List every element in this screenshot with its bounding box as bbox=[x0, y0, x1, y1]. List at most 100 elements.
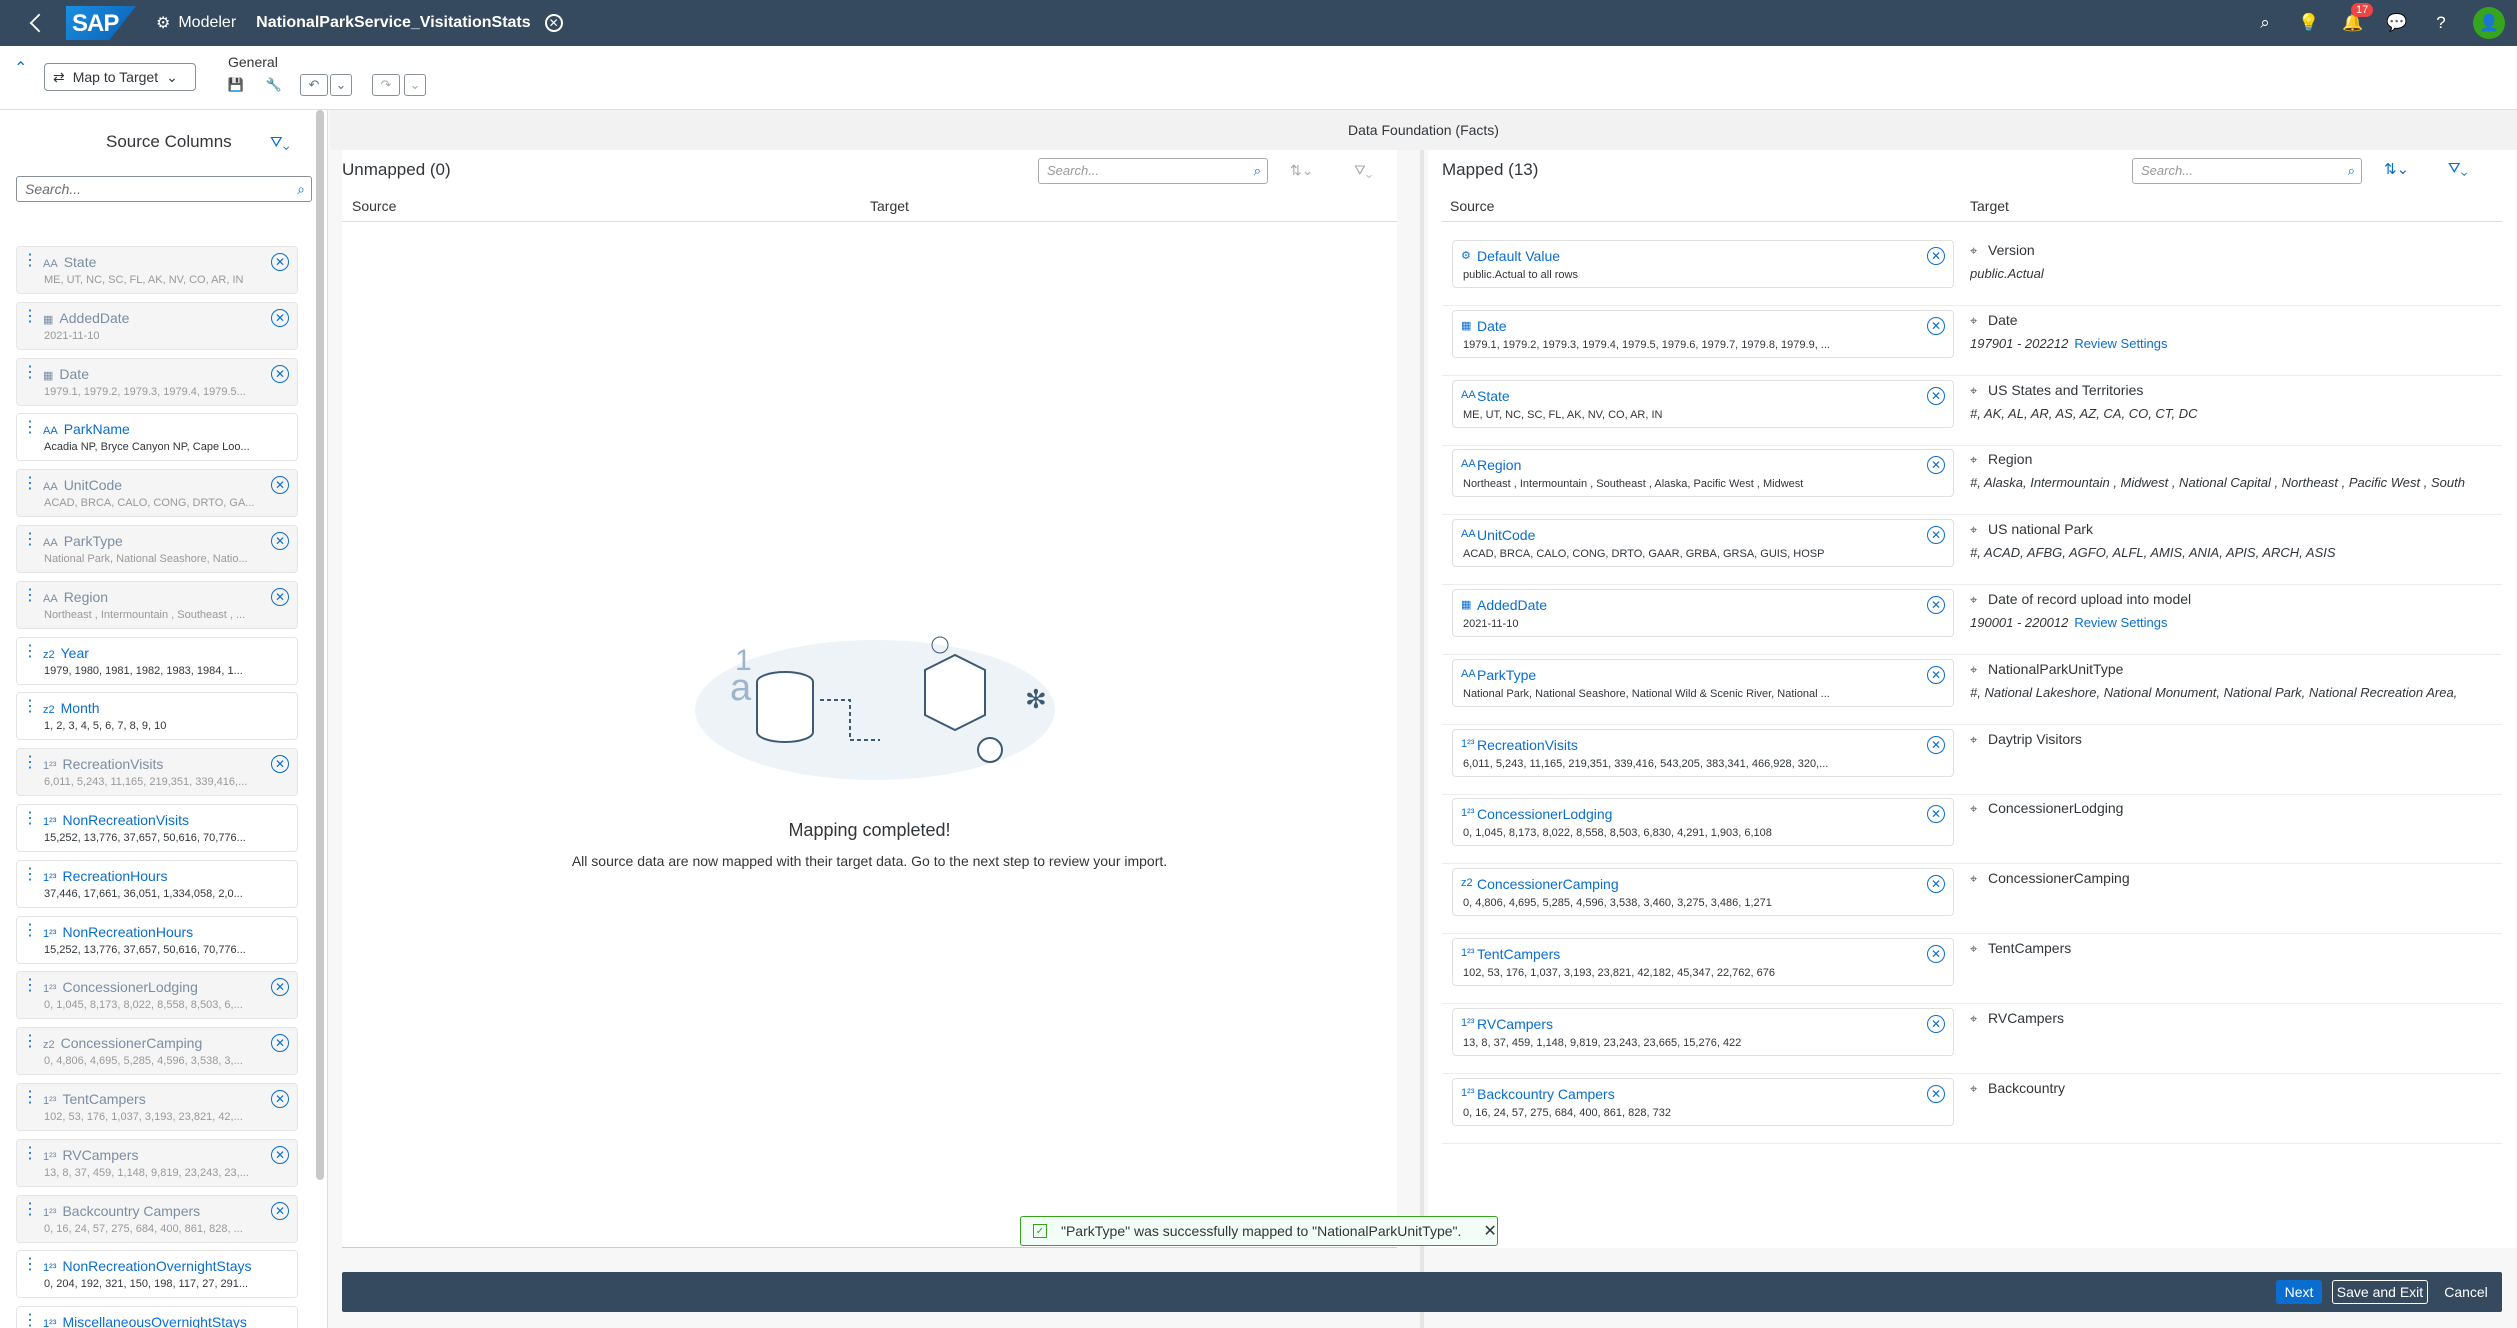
source-column-card[interactable]: ⋮ AA ParkType National Park, National Sea… bbox=[16, 525, 298, 573]
unmap-icon[interactable]: ✕ bbox=[271, 755, 289, 774]
source-column-card[interactable]: ⋮ ▦ Date 1979.1, 1979.2, 1979.3, 1979.4, … bbox=[16, 357, 298, 406]
next-button[interactable]: Next bbox=[2276, 1280, 2322, 1304]
source-column-card[interactable]: ⋮ AA Region Northeast , Intermountain , S… bbox=[16, 580, 298, 629]
avatar[interactable]: 👤 bbox=[2473, 7, 2505, 39]
drag-handle-icon[interactable]: ⋮ bbox=[22, 308, 38, 339]
redo-dropdown-icon[interactable]: ⌄ bbox=[404, 74, 426, 96]
mapped-source-card[interactable]: AA State ME, UT, NC, SC, FL, AK, NV, CO,… bbox=[1452, 379, 1954, 428]
review-settings-link[interactable]: Review Settings bbox=[2074, 615, 2167, 630]
unmap-icon[interactable]: ✕ bbox=[1927, 945, 1945, 963]
unmap-icon[interactable]: ✕ bbox=[1927, 596, 1945, 614]
save-icon[interactable]: 💾 bbox=[226, 74, 246, 96]
mapped-source-card[interactable]: 1²³ Backcountry Campers 0, 16, 24, 57, 2… bbox=[1452, 1077, 1954, 1126]
drag-handle-icon[interactable]: ⋮ bbox=[22, 364, 38, 395]
search-icon[interactable]: ⌕ bbox=[2253, 11, 2277, 35]
unmap-icon[interactable]: ✕ bbox=[1927, 386, 1945, 405]
unmap-icon[interactable]: ✕ bbox=[1927, 1084, 1945, 1103]
unmap-icon[interactable]: ✕ bbox=[271, 1090, 289, 1108]
drag-handle-icon[interactable]: ⋮ bbox=[22, 922, 38, 953]
mapped-source-card[interactable]: 1²³ RVCampers 13, 8, 37, 459, 1,148, 9,8… bbox=[1452, 1007, 1954, 1056]
source-column-card[interactable]: ⋮ z2 Year 1979, 1980, 1981, 1982, 1983, 1… bbox=[16, 636, 298, 685]
search-icon[interactable]: ⌕ bbox=[1254, 163, 1261, 179]
filter-icon[interactable]: ⛛⌄ bbox=[1354, 162, 1372, 179]
cancel-button[interactable]: Cancel bbox=[2436, 1280, 2496, 1304]
app-name[interactable]: ⚙ Modeler bbox=[156, 13, 236, 33]
chat-icon[interactable]: 💬 bbox=[2385, 11, 2409, 35]
drag-handle-icon[interactable]: ⋮ bbox=[22, 755, 38, 785]
source-column-card[interactable]: ⋮ 1²³ ConcessionerLodging 0, 1,045, 8,173… bbox=[16, 971, 298, 1020]
mapped-source-card[interactable]: 1²³ ConcessionerLodging 0, 1,045, 8,173,… bbox=[1452, 798, 1954, 847]
source-column-card[interactable]: ⋮ AA ParkName Acadia NP, Bryce Canyon NP,… bbox=[16, 413, 298, 462]
mapped-source-card[interactable]: ▦ AddedDate 2021-11-10 ✕ bbox=[1452, 589, 1954, 637]
source-search-input[interactable]: Search... ⌕ bbox=[16, 176, 312, 202]
unmap-icon[interactable]: ✕ bbox=[271, 308, 289, 327]
mapped-source-card[interactable]: 1²³ RecreationVisits 6,011, 5,243, 11,16… bbox=[1452, 728, 1954, 777]
unmap-icon[interactable]: ✕ bbox=[1927, 526, 1945, 545]
unmap-icon[interactable]: ✕ bbox=[271, 364, 289, 383]
drag-handle-icon[interactable]: ⋮ bbox=[22, 1034, 38, 1064]
mapped-source-card[interactable]: AA ParkType National Park, National Seas… bbox=[1452, 658, 1954, 707]
drag-handle-icon[interactable]: ⋮ bbox=[22, 699, 38, 729]
notifications-icon[interactable]: 🔔 17 bbox=[2341, 3, 2374, 35]
save-and-exit-button[interactable]: Save and Exit bbox=[2332, 1280, 2428, 1304]
drag-handle-icon[interactable]: ⋮ bbox=[22, 866, 38, 897]
redo-button[interactable]: ↷ bbox=[372, 74, 400, 96]
unmap-icon[interactable]: ✕ bbox=[271, 253, 289, 271]
source-column-card[interactable]: ⋮ 1²³ RecreationHours 37,446, 17,661, 36,… bbox=[16, 859, 298, 908]
mapped-source-card[interactable]: AA Region Northeast , Intermountain , So… bbox=[1452, 449, 1954, 498]
source-column-card[interactable]: ⋮ 1²³ RecreationVisits 6,011, 5,243, 11,1… bbox=[16, 748, 298, 797]
drag-handle-icon[interactable]: ⋮ bbox=[22, 811, 38, 841]
mapped-search-input[interactable]: Search... ⌕ bbox=[2132, 158, 2362, 184]
close-model-icon[interactable]: ✕ bbox=[544, 14, 563, 32]
source-column-card[interactable]: ⋮ z2 ConcessionerCamping 0, 4,806, 4,695,… bbox=[16, 1027, 298, 1076]
mapped-source-card[interactable]: AA UnitCode ACAD, BRCA, CALO, CONG, DRTO… bbox=[1452, 519, 1954, 568]
mapped-source-card[interactable]: ▦ Date 1979.1, 1979.2, 1979.3, 1979.4, 1… bbox=[1452, 309, 1954, 358]
source-column-card[interactable]: ⋮ 1²³ Backcountry Campers 0, 16, 24, 57, … bbox=[16, 1194, 298, 1243]
drag-handle-icon[interactable]: ⋮ bbox=[22, 1145, 38, 1176]
close-icon[interactable]: ✕ bbox=[1483, 1221, 1496, 1241]
unmap-icon[interactable]: ✕ bbox=[1927, 316, 1945, 335]
source-column-card[interactable]: ⋮ 1²³ NonRecreationVisits 15,252, 13,776,… bbox=[16, 804, 298, 852]
source-column-card[interactable]: ⋮ 1²³ MiscellaneousOvernightStays bbox=[16, 1306, 298, 1328]
unmap-icon[interactable]: ✕ bbox=[1927, 665, 1945, 684]
unmap-icon[interactable]: ✕ bbox=[1927, 456, 1945, 475]
unmap-icon[interactable]: ✕ bbox=[271, 1145, 289, 1164]
unmap-icon[interactable]: ✕ bbox=[271, 532, 289, 550]
filter-icon[interactable]: ⛛⌄ bbox=[270, 134, 290, 151]
wrench-icon[interactable]: 🔧 bbox=[264, 74, 284, 96]
unmap-icon[interactable]: ✕ bbox=[271, 1034, 289, 1053]
drag-handle-icon[interactable]: ⋮ bbox=[22, 978, 38, 1008]
unmap-icon[interactable]: ✕ bbox=[271, 1201, 289, 1220]
drag-handle-icon[interactable]: ⋮ bbox=[22, 643, 38, 674]
source-column-card[interactable]: ⋮ 1²³ NonRecreationHours 15,252, 13,776, … bbox=[16, 915, 298, 964]
panel-splitter[interactable] bbox=[1420, 150, 1424, 1328]
undo-button[interactable]: ↶ bbox=[300, 74, 328, 96]
review-settings-link[interactable]: Review Settings bbox=[2074, 336, 2167, 351]
drag-handle-icon[interactable]: ⋮ bbox=[22, 1201, 38, 1232]
source-column-card[interactable]: ⋮ AA UnitCode ACAD, BRCA, CALO, CONG, DRT… bbox=[16, 469, 298, 518]
back-icon[interactable] bbox=[29, 13, 49, 33]
search-icon[interactable]: ⌕ bbox=[297, 181, 305, 198]
source-column-card[interactable]: ⋮ 1²³ NonRecreationOvernightStays 0, 204,… bbox=[16, 1250, 298, 1299]
scrollbar[interactable] bbox=[316, 110, 324, 1180]
lightbulb-icon[interactable]: 💡 bbox=[2297, 11, 2321, 35]
sort-icon[interactable]: ⇅⌄ bbox=[2384, 160, 2409, 178]
unmap-icon[interactable]: ✕ bbox=[271, 978, 289, 997]
mapped-source-card[interactable]: 1²³ TentCampers 102, 53, 176, 1,037, 3,1… bbox=[1452, 938, 1954, 986]
collapse-toolbar-icon[interactable]: ⌃ bbox=[14, 58, 27, 78]
drag-handle-icon[interactable]: ⋮ bbox=[22, 420, 38, 450]
filter-icon[interactable]: ⛛⌄ bbox=[2448, 160, 2468, 177]
mapped-source-card[interactable]: z2 ConcessionerCamping 0, 4,806, 4,695, … bbox=[1452, 868, 1954, 917]
drag-handle-icon[interactable]: ⋮ bbox=[22, 476, 38, 506]
source-column-card[interactable]: ⋮ z2 Month 1, 2, 3, 4, 5, 6, 7, 8, 9, 10 bbox=[16, 692, 298, 741]
map-to-target-button[interactable]: ⇄ Map to Target ⌄ bbox=[44, 63, 196, 91]
sort-icon[interactable]: ⇅⌄ bbox=[1290, 162, 1313, 179]
drag-handle-icon[interactable]: ⋮ bbox=[22, 587, 38, 618]
drag-handle-icon[interactable]: ⋮ bbox=[22, 1257, 38, 1287]
unmap-icon[interactable]: ✕ bbox=[1927, 247, 1945, 265]
search-icon[interactable]: ⌕ bbox=[2348, 163, 2355, 179]
unmap-icon[interactable]: ✕ bbox=[271, 587, 289, 606]
undo-dropdown-icon[interactable]: ⌄ bbox=[330, 74, 352, 96]
unmap-icon[interactable]: ✕ bbox=[1927, 1014, 1945, 1033]
drag-handle-icon[interactable]: ⋮ bbox=[22, 1313, 38, 1328]
